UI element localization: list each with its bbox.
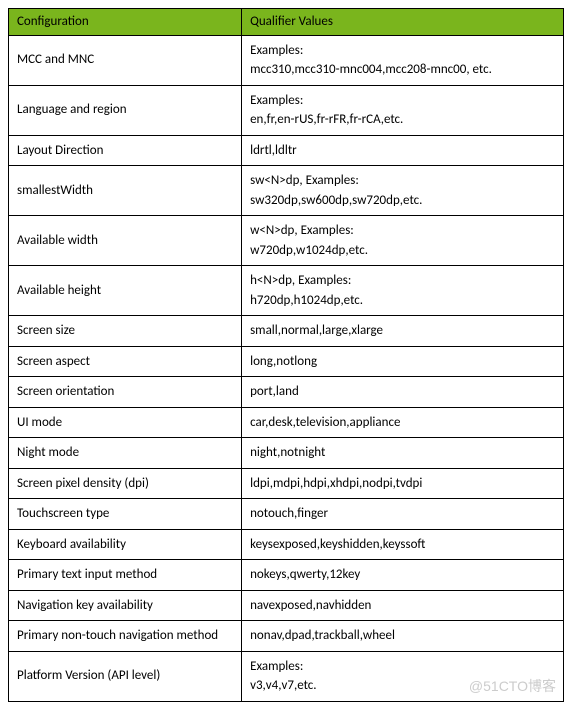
cell-values: ldrtl,ldltr bbox=[242, 135, 564, 166]
cell-config: Platform Version (API level) bbox=[9, 651, 242, 701]
table-row: Screen sizesmall,normal,large,xlarge bbox=[9, 316, 564, 347]
cell-values: Examples:en,fr,en-rUS,fr-rFR,fr-rCA,etc. bbox=[242, 85, 564, 135]
table-row: Screen pixel density (dpi)ldpi,mdpi,hdpi… bbox=[9, 468, 564, 499]
table-row: Navigation key availabilitynavexposed,na… bbox=[9, 590, 564, 621]
cell-values: Examples:v3,v4,v7,etc. bbox=[242, 651, 564, 701]
table-row: Primary text input methodnokeys,qwerty,1… bbox=[9, 560, 564, 591]
table-row: Touchscreen typenotouch,finger bbox=[9, 499, 564, 530]
cell-config: Screen orientation bbox=[9, 377, 242, 408]
cell-values: h<N>dp, Examples:h720dp,h1024dp,etc. bbox=[242, 266, 564, 316]
qualifier-table: Configuration Qualifier Values MCC and M… bbox=[8, 8, 564, 702]
cell-config: Available width bbox=[9, 216, 242, 266]
cell-config: smallestWidth bbox=[9, 166, 242, 216]
table-row: Layout Directionldrtl,ldltr bbox=[9, 135, 564, 166]
cell-config: Touchscreen type bbox=[9, 499, 242, 530]
table-row: MCC and MNCExamples:mcc310,mcc310-mnc004… bbox=[9, 35, 564, 85]
table-row: Primary non-touch navigation methodnonav… bbox=[9, 621, 564, 652]
table-row: Screen orientationport,land bbox=[9, 377, 564, 408]
cell-config: UI mode bbox=[9, 407, 242, 438]
cell-config: Primary text input method bbox=[9, 560, 242, 591]
cell-config: Screen pixel density (dpi) bbox=[9, 468, 242, 499]
cell-config: Night mode bbox=[9, 438, 242, 469]
table-row: Available widthw<N>dp, Examples:w720dp,w… bbox=[9, 216, 564, 266]
cell-config: Navigation key availability bbox=[9, 590, 242, 621]
table-row: Language and regionExamples:en,fr,en-rUS… bbox=[9, 85, 564, 135]
cell-values: ldpi,mdpi,hdpi,xhdpi,nodpi,tvdpi bbox=[242, 468, 564, 499]
cell-values: port,land bbox=[242, 377, 564, 408]
cell-values: small,normal,large,xlarge bbox=[242, 316, 564, 347]
cell-values: Examples:mcc310,mcc310-mnc004,mcc208-mnc… bbox=[242, 35, 564, 85]
table-row: smallestWidthsw<N>dp, Examples:sw320dp,s… bbox=[9, 166, 564, 216]
table-row: UI modecar,desk,television,appliance bbox=[9, 407, 564, 438]
cell-config: Available height bbox=[9, 266, 242, 316]
header-values: Qualifier Values bbox=[242, 9, 564, 36]
cell-config: Screen size bbox=[9, 316, 242, 347]
cell-config: Primary non-touch navigation method bbox=[9, 621, 242, 652]
cell-values: sw<N>dp, Examples:sw320dp,sw600dp,sw720d… bbox=[242, 166, 564, 216]
cell-config: Layout Direction bbox=[9, 135, 242, 166]
header-config: Configuration bbox=[9, 9, 242, 36]
table-row: Keyboard availabilitykeysexposed,keyshid… bbox=[9, 529, 564, 560]
cell-values: nonav,dpad,trackball,wheel bbox=[242, 621, 564, 652]
cell-values: car,desk,television,appliance bbox=[242, 407, 564, 438]
cell-values: navexposed,navhidden bbox=[242, 590, 564, 621]
cell-values: w<N>dp, Examples:w720dp,w1024dp,etc. bbox=[242, 216, 564, 266]
cell-values: long,notlong bbox=[242, 346, 564, 377]
table-row: Night modenight,notnight bbox=[9, 438, 564, 469]
cell-config: Language and region bbox=[9, 85, 242, 135]
cell-values: notouch,finger bbox=[242, 499, 564, 530]
cell-config: Keyboard availability bbox=[9, 529, 242, 560]
cell-config: MCC and MNC bbox=[9, 35, 242, 85]
table-row: Screen aspectlong,notlong bbox=[9, 346, 564, 377]
cell-values: keysexposed,keyshidden,keyssoft bbox=[242, 529, 564, 560]
cell-values: night,notnight bbox=[242, 438, 564, 469]
table-row: Available heighth<N>dp, Examples:h720dp,… bbox=[9, 266, 564, 316]
table-row: Platform Version (API level)Examples:v3,… bbox=[9, 651, 564, 701]
cell-values: nokeys,qwerty,12key bbox=[242, 560, 564, 591]
cell-config: Screen aspect bbox=[9, 346, 242, 377]
table-header-row: Configuration Qualifier Values bbox=[9, 9, 564, 36]
